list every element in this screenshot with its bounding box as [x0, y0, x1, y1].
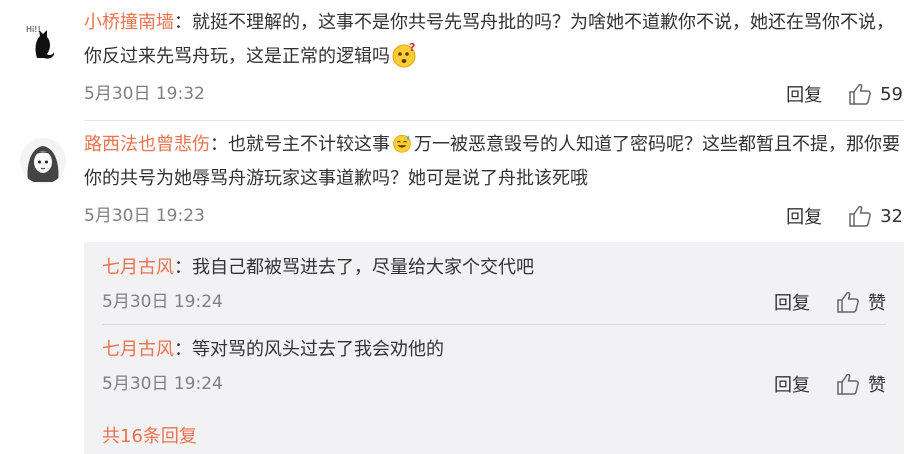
avatar[interactable]: Hi!! [20, 18, 66, 64]
like-button[interactable]: 59 [848, 82, 903, 106]
avatar-anime-girl-icon [20, 138, 66, 184]
reply-text: 七月古风：等对骂的风头过去了我会劝他的 [102, 339, 444, 360]
reply-meta: 5月30日 19:24 回复 赞 [102, 288, 886, 316]
like-count: 32 [880, 205, 903, 227]
reply-button[interactable]: 回复 [786, 203, 822, 229]
thumbs-up-icon [837, 373, 859, 395]
reply-timestamp: 5月30日 19:24 [102, 292, 223, 312]
more-replies-link[interactable]: 共16条回复 [102, 422, 197, 448]
reply-button[interactable]: 回复 [774, 289, 810, 315]
like-count: 59 [880, 83, 903, 105]
comment-username[interactable]: 小桥撞南墙 [84, 12, 174, 33]
thumbs-up-icon [849, 83, 871, 105]
sweat-smile-emoji-icon [393, 134, 411, 153]
comment-timestamp: 5月30日 19:32 [84, 84, 205, 104]
thinking-question-emoji-icon: ? [392, 42, 416, 68]
comment-timestamp: 5月30日 19:23 [84, 206, 205, 226]
comment-meta: 5月30日 19:23 回复 32 [84, 202, 903, 230]
avatar[interactable] [20, 138, 66, 184]
reply-meta: 5月30日 19:24 回复 赞 [102, 370, 886, 398]
like-button[interactable]: 赞 [836, 289, 886, 315]
reply-divider [102, 324, 886, 325]
reply-text: 七月古风：我自己都被骂进去了，尽量给大家个交代吧 [102, 257, 534, 278]
comment-text: 路西法也曾悲伤：也就号主不计较这事 万一被恶意毁号的人知道了密码呢？这些都暂且不… [84, 134, 900, 189]
reply-button[interactable]: 回复 [786, 81, 822, 107]
comment-text: 小桥撞南墙：就挺不理解的，这事不是你共号先骂舟批的吗？为啥她不道歉你不说，她还在… [84, 12, 894, 68]
reply-button[interactable]: 回复 [774, 371, 810, 397]
like-button[interactable]: 赞 [836, 371, 886, 397]
avatar-cat-icon: Hi!! [20, 18, 66, 64]
like-label: 赞 [868, 375, 886, 396]
svg-text:Hi!!: Hi!! [26, 25, 41, 34]
comment-meta: 5月30日 19:32 回复 59 [84, 80, 903, 108]
reply-username[interactable]: 七月古风 [102, 339, 174, 360]
comment-username[interactable]: 路西法也曾悲伤 [84, 134, 210, 155]
comment-content: 也就号主不计较这事 [228, 134, 390, 155]
reply-thread: 七月古风：我自己都被骂进去了，尽量给大家个交代吧 5月30日 19:24 回复 … [84, 242, 904, 454]
thumbs-up-icon [849, 205, 871, 227]
thumbs-up-icon [837, 291, 859, 313]
comment-divider [84, 120, 904, 121]
reply-item: 七月古风：我自己都被骂进去了，尽量给大家个交代吧 5月30日 19:24 回复 … [102, 254, 886, 314]
reply-timestamp: 5月30日 19:24 [102, 374, 223, 394]
comment-content: 就挺不理解的，这事不是你共号先骂舟批的吗？为啥她不道歉你不说，她还在骂你不说，你… [84, 12, 894, 67]
reply-username[interactable]: 七月古风 [102, 257, 174, 278]
reply-content: 等对骂的风头过去了我会劝他的 [192, 339, 444, 360]
reply-content: 我自己都被骂进去了，尽量给大家个交代吧 [192, 257, 534, 278]
like-label: 赞 [868, 293, 886, 314]
svg-text:?: ? [409, 42, 415, 54]
like-button[interactable]: 32 [848, 204, 903, 228]
reply-item: 七月古风：等对骂的风头过去了我会劝他的 5月30日 19:24 回复 赞 [102, 336, 886, 396]
